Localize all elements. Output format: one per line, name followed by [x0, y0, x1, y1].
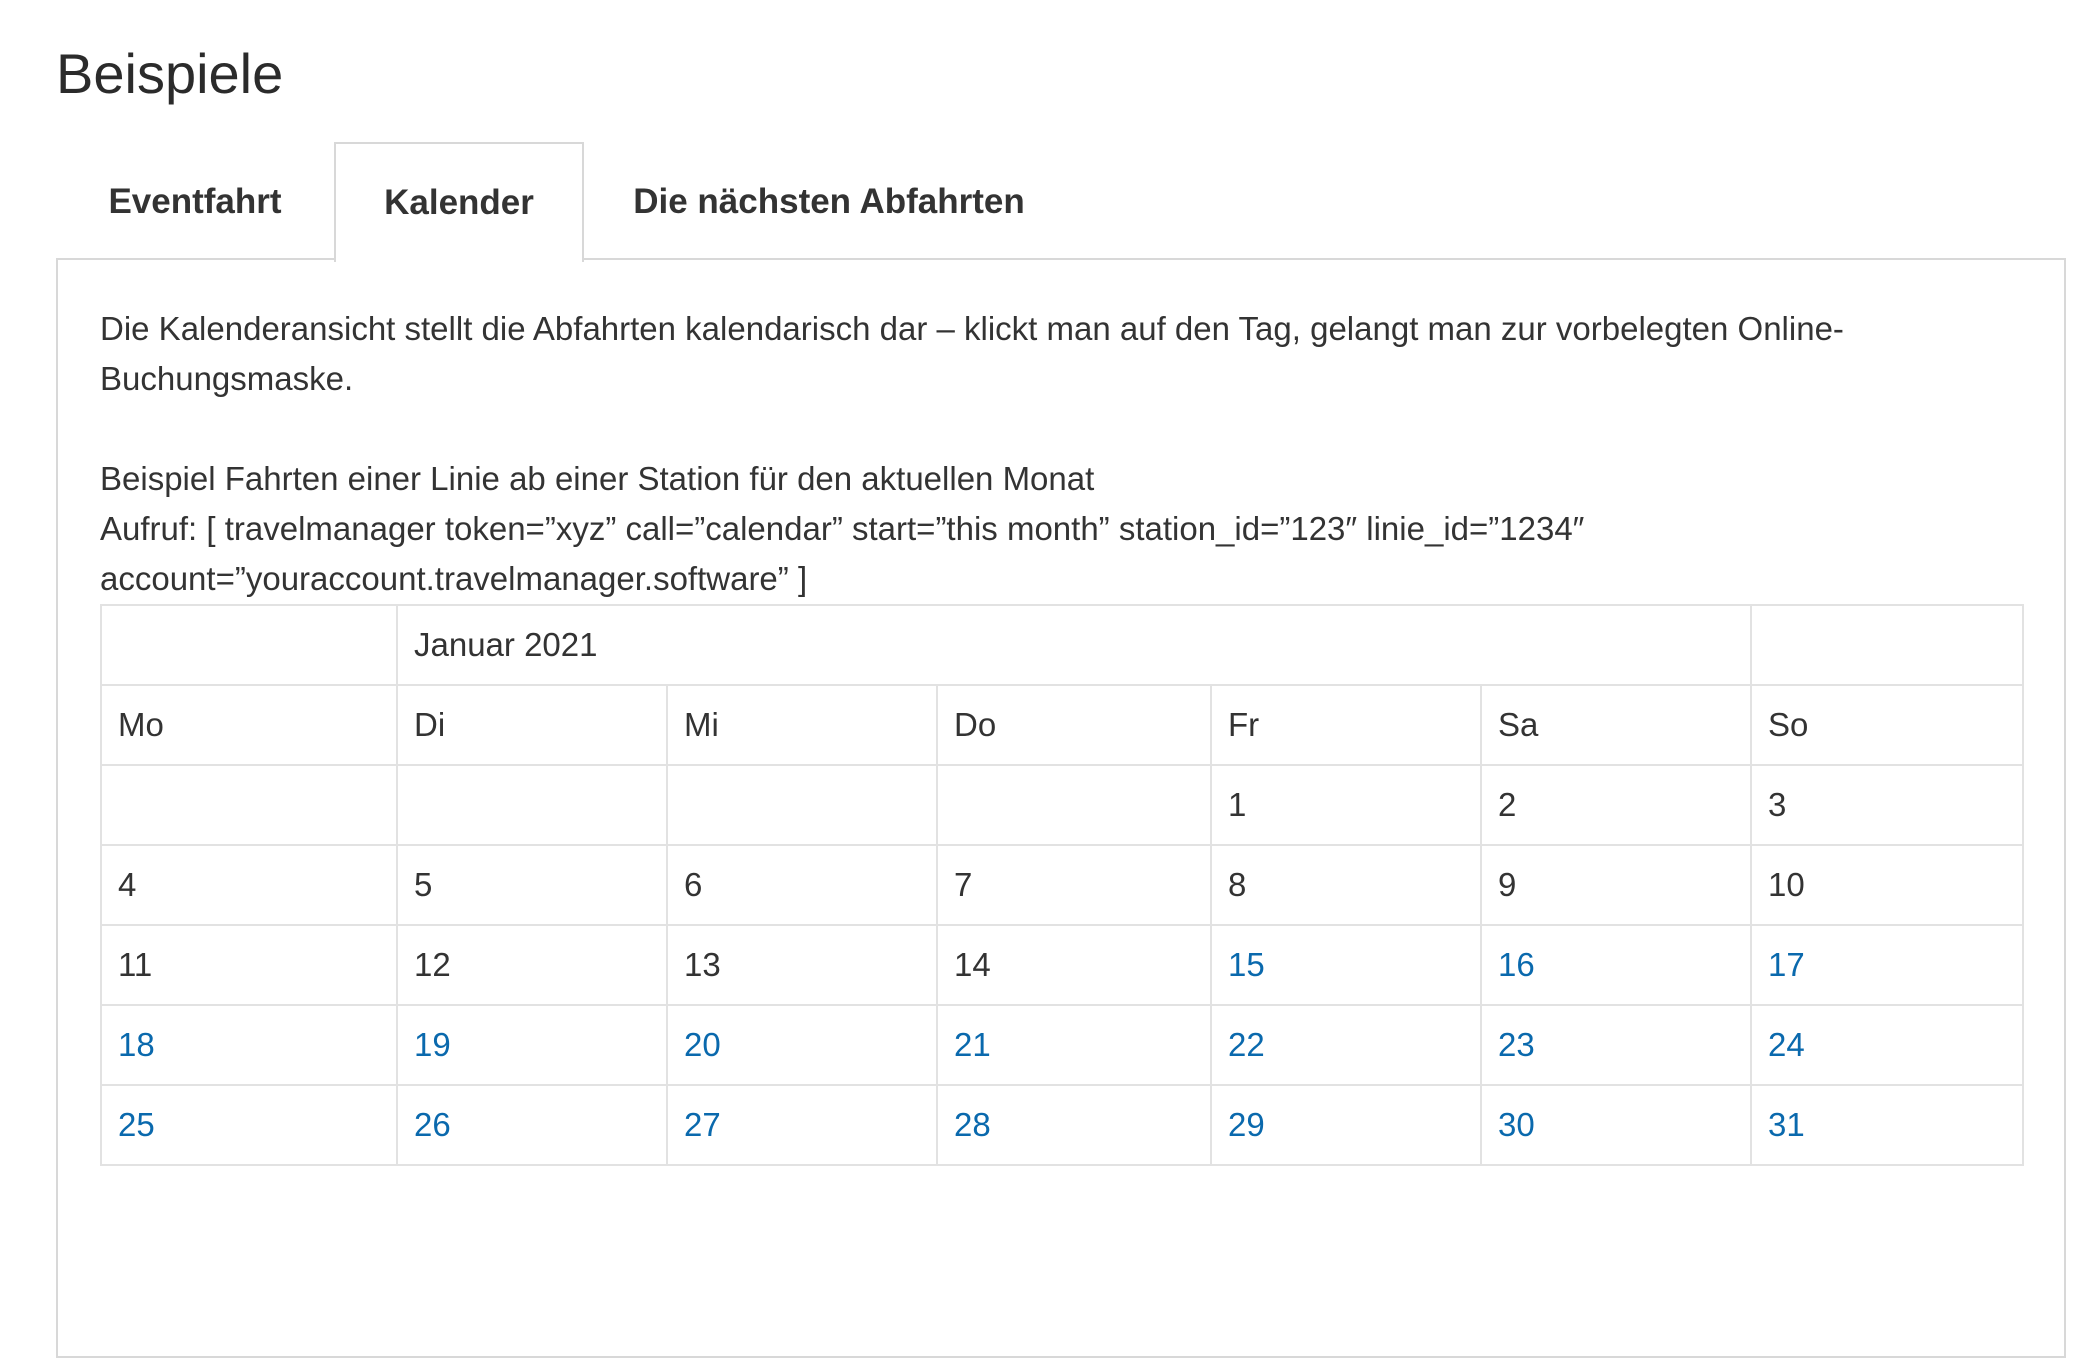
calendar-day: 10	[1750, 844, 2024, 926]
calendar-week-row: 11 12 13 14 15 16 17	[100, 924, 2024, 1006]
weekday-header: Di	[396, 684, 668, 766]
calendar-day: 3	[1750, 764, 2024, 846]
calendar-day-link[interactable]: 22	[1210, 1004, 1482, 1086]
calendar-day-link[interactable]: 28	[936, 1084, 1212, 1166]
page-title: Beispiele	[56, 42, 284, 105]
calendar-day-link[interactable]: 21	[936, 1004, 1212, 1086]
calendar-day: 11	[100, 924, 398, 1006]
calendar-weekday-row: Mo Di Mi Do Fr Sa So	[100, 684, 2024, 766]
calendar-day-link[interactable]: 27	[666, 1084, 938, 1166]
calendar-day: 8	[1210, 844, 1482, 926]
tab-naechste-abfahrten[interactable]: Die nächsten Abfahrten	[584, 142, 1074, 260]
weekday-header: So	[1750, 684, 2024, 766]
calendar-day: 7	[936, 844, 1212, 926]
calendar-day: 6	[666, 844, 938, 926]
calendar-week-row: 4 5 6 7 8 9 10	[100, 844, 2024, 926]
calendar-empty-cell	[666, 764, 938, 846]
calendar-prev-cell	[100, 604, 398, 686]
calendar-day: 2	[1480, 764, 1752, 846]
calendar-empty-cell	[936, 764, 1212, 846]
calendar-day: 5	[396, 844, 668, 926]
calendar-day-link[interactable]: 30	[1480, 1084, 1752, 1166]
example-caption: Beispiel Fahrten einer Linie ab einer St…	[100, 460, 1095, 497]
calendar-day-link[interactable]: 17	[1750, 924, 2024, 1006]
tab-panel-kalender: Die Kalenderansicht stellt die Abfahrten…	[56, 258, 2066, 1358]
calendar-day: 13	[666, 924, 938, 1006]
calendar-day-link[interactable]: 25	[100, 1084, 398, 1166]
calendar-day-link[interactable]: 26	[396, 1084, 668, 1166]
calendar-day-link[interactable]: 19	[396, 1004, 668, 1086]
calendar-day: 4	[100, 844, 398, 926]
weekday-header: Do	[936, 684, 1212, 766]
calendar-day: 12	[396, 924, 668, 1006]
calendar-week-row: 25 26 27 28 29 30 31	[100, 1084, 2024, 1166]
calendar-day-link[interactable]: 20	[666, 1004, 938, 1086]
calendar-month-row: Januar 2021	[100, 604, 2024, 686]
calendar-month-label: Januar 2021	[396, 604, 1752, 686]
panel-content: Die Kalenderansicht stellt die Abfahrten…	[100, 304, 2026, 604]
weekday-header: Mo	[100, 684, 398, 766]
calendar-empty-cell	[100, 764, 398, 846]
calendar-day-link[interactable]: 18	[100, 1004, 398, 1086]
calendar-table: Januar 2021 Mo Di Mi Do Fr Sa So 1234567…	[100, 604, 2024, 1166]
weekday-header: Fr	[1210, 684, 1482, 766]
calendar-day-link[interactable]: 24	[1750, 1004, 2024, 1086]
calendar-day-link[interactable]: 23	[1480, 1004, 1752, 1086]
tab-bar: Eventfahrt Kalender Die nächsten Abfahrt…	[56, 142, 1074, 262]
tab-kalender[interactable]: Kalender	[334, 142, 584, 262]
description-paragraph: Die Kalenderansicht stellt die Abfahrten…	[100, 310, 1844, 397]
weekday-header: Mi	[666, 684, 938, 766]
tab-eventfahrt[interactable]: Eventfahrt	[56, 142, 334, 260]
calendar-next-cell	[1750, 604, 2024, 686]
weekday-header: Sa	[1480, 684, 1752, 766]
shortcode-example: Aufruf: [ travelmanager token=”xyz” call…	[100, 510, 1585, 597]
calendar-day-link[interactable]: 29	[1210, 1084, 1482, 1166]
calendar-week-row: 123	[100, 764, 2024, 846]
calendar-day-link[interactable]: 31	[1750, 1084, 2024, 1166]
calendar-empty-cell	[396, 764, 668, 846]
calendar-body: 1 2 3 4 5 6 7 8 9 10 11 12 13 14 15 16 17 18 19 20 21 22 23 24 2…	[100, 764, 2024, 1166]
calendar-day-link[interactable]: 16	[1480, 924, 1752, 1006]
calendar-week-row: 18 19 20 21 22 23 24	[100, 1004, 2024, 1086]
calendar-day: 14	[936, 924, 1212, 1006]
calendar-day: 9	[1480, 844, 1752, 926]
calendar-day: 1	[1210, 764, 1482, 846]
calendar-day-link[interactable]: 15	[1210, 924, 1482, 1006]
